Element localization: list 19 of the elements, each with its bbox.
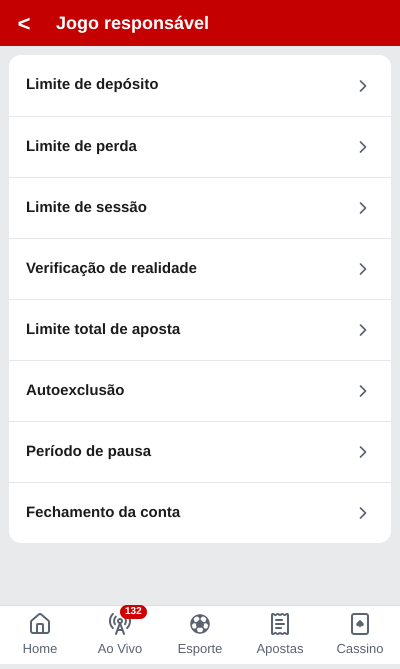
menu-item[interactable]: Limite total de aposta xyxy=(9,299,391,360)
playing-card-icon xyxy=(348,612,372,636)
menu-item[interactable]: Período de pausa xyxy=(9,421,391,482)
menu-item[interactable]: Limite de sessão xyxy=(9,177,391,238)
nav-item[interactable]: Home xyxy=(0,605,80,659)
nav-item[interactable]: Ao Vivo 132 xyxy=(80,605,160,659)
receipt-icon xyxy=(268,612,292,636)
menu-item[interactable]: Limite de depósito xyxy=(9,55,391,116)
nav-item[interactable]: Cassino xyxy=(320,605,400,659)
menu-item[interactable]: Fechamento da conta xyxy=(9,482,391,543)
nav-item[interactable]: Esporte xyxy=(160,605,240,659)
page-title: Jogo responsável xyxy=(56,12,210,35)
menu-item[interactable]: Verificação de realidade xyxy=(9,238,391,299)
count-badge: 132 xyxy=(120,605,147,620)
home-icon xyxy=(28,612,52,636)
menu-item[interactable]: Limite de perda xyxy=(9,116,391,177)
nav-item[interactable]: Apostas xyxy=(240,605,320,659)
menu-item[interactable]: Autoexclusão xyxy=(9,360,391,421)
back-button[interactable]: < xyxy=(16,6,32,40)
